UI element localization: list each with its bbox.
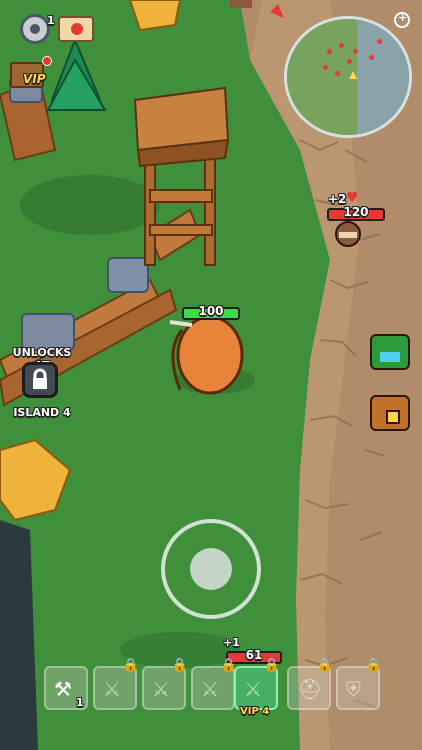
hotbar-slot-sword-2[interactable]: ⚔ 🔒 (142, 658, 188, 710)
axe-count: 1 (76, 696, 84, 709)
enemy-bonus: +2 (328, 192, 347, 206)
magnify-plus-icon[interactable] (394, 11, 410, 28)
chest-button[interactable] (370, 395, 410, 431)
player-health-value: 100 (198, 304, 224, 318)
sword-icon: ⚔ (152, 677, 170, 701)
heart-icon: ♥ (346, 190, 359, 206)
vip-label: VIP (23, 72, 46, 86)
hotbar-slot-sword-3[interactable]: ⚔ 🔒 (191, 658, 237, 710)
settings-gear-icon[interactable] (20, 14, 50, 44)
mail-icon[interactable] (58, 16, 94, 42)
vip-button[interactable]: VIP (10, 56, 52, 88)
sword-icon: ⚔ (244, 677, 262, 701)
settings-badge: 1 (47, 14, 55, 27)
shield-icon: ⛨ (346, 677, 361, 701)
lock-icon: 🔒 (263, 658, 280, 673)
sword-icon: ⚔ (201, 677, 219, 701)
hotbar-slot-helmet[interactable]: ⛑ 🔒 (287, 658, 333, 710)
lock-icon: 🔒 (171, 658, 188, 673)
axe-icon: ⚒ (54, 677, 72, 701)
joystick-knob[interactable] (190, 548, 232, 590)
minimap[interactable] (284, 16, 412, 138)
vip-slot-caption: VIP 4 (240, 706, 270, 717)
lock-icon (22, 362, 58, 398)
lock-icon: 🔒 (316, 658, 333, 673)
hotbar-slot-vip[interactable]: ⚔ 🔒 (234, 658, 280, 710)
hotbar-slot-shield[interactable]: ⛨ 🔒 (336, 658, 382, 710)
lock-icon: 🔒 (122, 658, 139, 673)
notification-dot (42, 56, 52, 66)
unlock-island-text: ISLAND 4 (13, 406, 71, 419)
lock-icon: 🔒 (365, 658, 382, 673)
sword-icon: ⚔ (103, 677, 121, 701)
shop-button[interactable] (370, 334, 410, 370)
helmet-icon: ⛑ (297, 677, 323, 701)
enemy-health-value: 120 (343, 205, 369, 219)
hotbar-slot-sword-1[interactable]: ⚔ 🔒 (93, 658, 139, 710)
